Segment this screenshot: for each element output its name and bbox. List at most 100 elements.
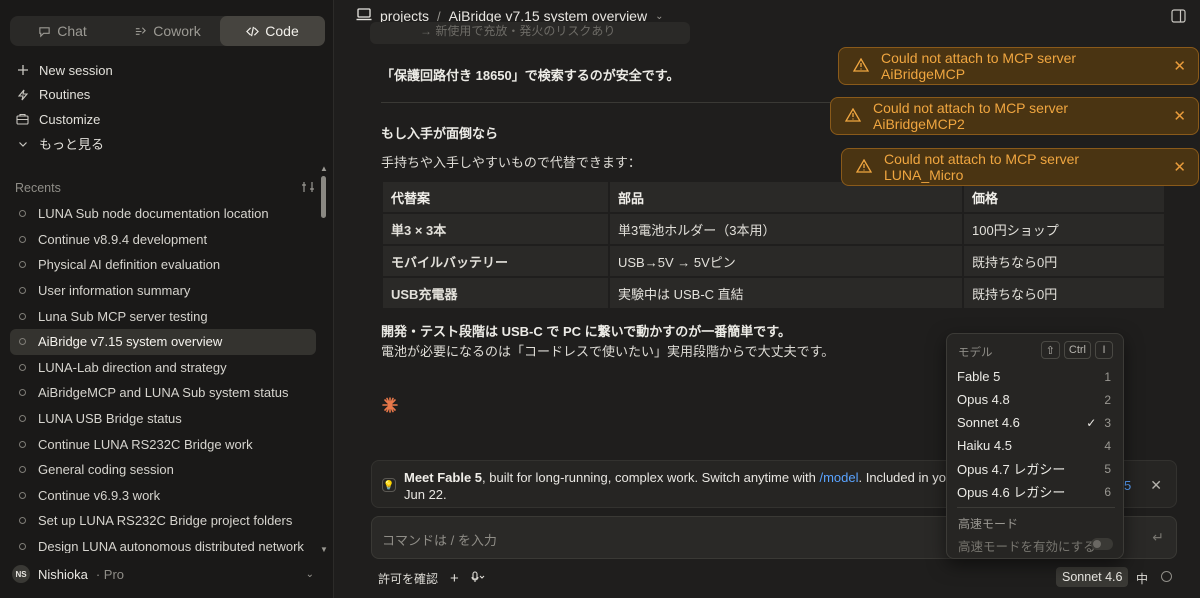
tab-chat[interactable]: Chat [10, 16, 115, 46]
model-option[interactable]: Opus 4.6 レガシー 6 [947, 480, 1123, 503]
circle-icon [19, 235, 26, 243]
tab-code[interactable]: Code [220, 16, 325, 46]
warning-icon [844, 107, 862, 125]
more-link[interactable]: もっと見る [12, 132, 322, 157]
enter-icon[interactable]: ↵ [1152, 529, 1164, 546]
sidebar-recent-item[interactable]: Continue v6.9.3 work [10, 483, 316, 509]
recent-item-label: Physical AI definition evaluation [38, 257, 221, 273]
model-link[interactable]: /model [819, 470, 858, 485]
table-cell: USB充電器 [383, 278, 608, 308]
sidebar-recent-item[interactable]: LUNA-Lab direction and strategy [10, 355, 316, 381]
tab-code-label: Code [265, 23, 299, 39]
close-icon[interactable]: ✕ [1173, 57, 1186, 75]
scroll-down-icon[interactable]: ▼ [320, 545, 328, 554]
routines-label: Routines [39, 87, 91, 103]
circle-icon [19, 363, 26, 371]
warning-icon [855, 158, 873, 176]
table-cell: 単3 × 3本 [383, 214, 608, 244]
recent-item-label: General coding session [38, 462, 174, 478]
alternatives-table: 代替案 部品 価格 単3 × 3本 単3電池ホルダー（3本用） 100円ショップ… [381, 180, 1166, 310]
model-option[interactable]: Sonnet 4.6 ✓ 3 [947, 411, 1123, 434]
chevron-down-icon [16, 137, 29, 150]
sidebar-recent-item[interactable]: Continue v8.9.4 development [10, 227, 316, 253]
tab-cowork[interactable]: Cowork [115, 16, 220, 46]
recent-item-label: LUNA Sub node documentation location [38, 206, 269, 222]
scroll-up-icon[interactable]: ▲ [320, 164, 328, 173]
model-option-label: Opus 4.8 [957, 392, 1010, 407]
recents-list: LUNA Sub node documentation location Cont… [10, 201, 316, 553]
recent-item-label: AiBridgeMCP and LUNA Sub system status [38, 385, 289, 401]
model-option-label: Haiku 4.5 [957, 438, 1012, 453]
recent-item-label: Continue LUNA RS232C Bridge work [38, 436, 253, 452]
table-row: USB充電器 実験中は USB-C 直結 既持ちなら0円 [383, 278, 1164, 308]
sidebar-recent-item[interactable]: Set up LUNA RS232C Bridge project folder… [10, 508, 316, 534]
table-header-cell: 代替案 [383, 182, 608, 212]
recent-item-label: Continue v8.9.4 development [38, 231, 208, 247]
lightbulb-icon: 💡 [382, 478, 396, 492]
sidebar-recent-item[interactable]: LUNA Sub node documentation location [10, 201, 316, 227]
new-session-button[interactable]: New session [12, 58, 322, 83]
sidebar-recent-item[interactable]: AiBridgeMCP and LUNA Sub system status [10, 380, 316, 406]
laptop-icon [356, 8, 372, 24]
content-paragraph: 電池が必要になるのは「コードレスで使いたい」実用段階からで大丈夫です。 [381, 344, 835, 359]
sidebar-recent-item[interactable]: Physical AI definition evaluation [10, 252, 316, 278]
filter-icon[interactable] [301, 181, 315, 196]
model-option[interactable]: Haiku 4.5 4 [947, 434, 1123, 457]
speed-selector[interactable]: 中 [1136, 570, 1148, 587]
model-selector-button[interactable]: Sonnet 4.6 [1056, 567, 1129, 587]
sidebar-recent-item[interactable]: Luna Sub MCP server testing [10, 303, 316, 329]
user-menu[interactable]: NS Nishioka · Pro ⌄ [12, 564, 318, 584]
tab-chat-label: Chat [57, 23, 87, 39]
bolt-icon [16, 88, 29, 101]
scroll-thumb[interactable] [321, 176, 326, 218]
close-icon[interactable]: ✕ [1150, 477, 1162, 494]
table-cell: USB→5V → 5Vピン [610, 246, 962, 276]
table-cell: 100円ショップ [964, 214, 1164, 244]
customize-label: Customize [39, 111, 101, 127]
sidebar-scrollbar[interactable]: ▲ ▼ [320, 164, 328, 554]
plus-icon [16, 64, 29, 77]
error-toast: Could not attach to MCP server AiBridgeM… [830, 97, 1199, 135]
model-option-label: Opus 4.6 レガシー [957, 485, 1066, 500]
fast-mode-toggle[interactable] [1091, 538, 1113, 550]
sidebar-recent-item[interactable]: Continue LUNA RS232C Bridge work [10, 431, 316, 457]
tab-cowork-label: Cowork [153, 23, 201, 39]
add-button[interactable]: + [450, 570, 459, 587]
circle-icon [19, 312, 26, 320]
chevron-down-icon: ⌄ [305, 568, 314, 580]
banner-text-part: . Included in yo [858, 470, 946, 485]
banner-text-line2: Jun 22. [404, 486, 447, 502]
context-indicator-icon[interactable] [1161, 571, 1172, 582]
sidebar-recent-item[interactable]: User information summary [10, 278, 316, 304]
banner-link-tail[interactable]: 5 [1124, 478, 1131, 493]
table-cell: 単3電池ホルダー（3本用） [610, 214, 962, 244]
customize-link[interactable]: Customize [12, 107, 322, 132]
banner-bold: Meet Fable 5 [404, 470, 483, 485]
sidebar: Chat Cowork Code New session Routines Cu… [0, 0, 334, 598]
chevron-down-icon[interactable]: ⌄ [655, 11, 663, 22]
permission-button[interactable]: 許可を確認 [378, 570, 438, 587]
model-option[interactable]: Fable 5 1 [947, 365, 1123, 388]
input-placeholder: コマンドは / を入力 [382, 533, 497, 548]
routines-link[interactable]: Routines [12, 83, 322, 108]
fast-mode-label: 高速モードを有効にする [958, 540, 1096, 554]
model-option[interactable]: Opus 4.7 レガシー 5 [947, 457, 1123, 480]
user-plan: · Pro [95, 566, 125, 582]
circle-icon [19, 287, 26, 295]
table-cell: モバイルバッテリー [383, 246, 608, 276]
sidebar-recent-item[interactable]: LUNA USB Bridge status [10, 406, 316, 432]
shift-key: ⇧ [1040, 341, 1060, 359]
avatar: NS [12, 565, 30, 583]
sidebar-recent-item[interactable]: General coding session [10, 457, 316, 483]
faded-previous-line: → 新使用で充放・発火のリスクあり [370, 22, 690, 44]
sidebar-recent-item[interactable]: AiBridge v7.15 system overview [10, 328, 316, 355]
sidebar-recent-item[interactable]: Design LUNA autonomous distributed netwo… [10, 534, 316, 553]
sidebar-toggle-icon[interactable] [1171, 9, 1186, 26]
microphone-icon[interactable] [471, 570, 485, 586]
close-icon[interactable]: ✕ [1173, 107, 1186, 125]
circle-icon [19, 415, 26, 423]
content-heading: もし入手が面倒なら [381, 126, 499, 141]
model-option[interactable]: Opus 4.8 2 [947, 388, 1123, 411]
close-icon[interactable]: ✕ [1173, 158, 1186, 176]
model-menu: モデル ⇧ Ctrl I Fable 5 1 Opus 4.8 2 Sonnet 4.6… [946, 333, 1124, 559]
